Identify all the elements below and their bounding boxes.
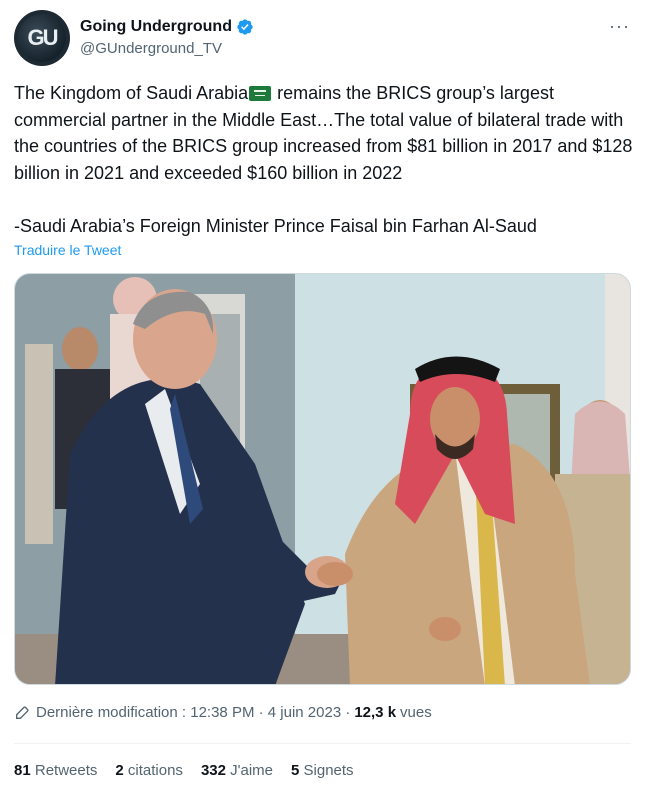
tweet-body-part1: The Kingdom of Saudi Arabia xyxy=(14,83,249,103)
bookmarks-stat[interactable]: 5 Signets xyxy=(291,762,354,779)
views-count: 12,3 k xyxy=(354,704,397,721)
divider xyxy=(14,743,631,744)
views-label: vues xyxy=(400,704,432,721)
translate-link[interactable]: Traduire le Tweet xyxy=(14,242,121,258)
display-name[interactable]: Going Underground xyxy=(80,18,232,36)
avatar[interactable]: GU xyxy=(14,10,70,66)
avatar-logo: GU xyxy=(14,10,70,66)
tweet-text: The Kingdom of Saudi Arabia remains the … xyxy=(14,80,634,240)
tweet-body: The Kingdom of Saudi Arabia remains the … xyxy=(14,80,634,186)
quotes-label: citations xyxy=(123,762,183,779)
tweet-header: GU Going Underground @GUnderground_TV ··… xyxy=(14,10,634,70)
retweets-count: 81 xyxy=(14,762,31,779)
more-options-icon[interactable]: ··· xyxy=(609,16,630,37)
verified-badge-icon xyxy=(237,19,253,35)
quotes-count: 2 xyxy=(115,762,124,779)
likes-count: 332 xyxy=(200,762,226,779)
handle[interactable]: @GUnderground_TV xyxy=(80,40,222,57)
quotes-stat[interactable]: 2 citations xyxy=(115,762,183,779)
name-row: Going Underground xyxy=(80,18,254,36)
pencil-icon xyxy=(16,705,29,719)
tweet-meta: Dernière modification : 12:38 PM · 4 jui… xyxy=(14,704,432,721)
engagement-stats: 81 Retweets 2 citations 332 J'aime 5 Sig… xyxy=(14,762,354,779)
tweet-photo[interactable] xyxy=(14,273,631,685)
avatar-letters: GU xyxy=(27,25,59,50)
retweets-label: Retweets xyxy=(30,762,98,779)
edited-timestamp[interactable]: Dernière modification : 12:38 PM · 4 jui… xyxy=(36,704,350,721)
tweet-signature: -Saudi Arabia’s Foreign Minister Prince … xyxy=(14,216,537,236)
likes-label: J'aime xyxy=(225,762,274,779)
photo-illustration xyxy=(15,274,630,684)
likes-stat[interactable]: 332 J'aime xyxy=(201,762,273,779)
saudi-flag-icon xyxy=(249,86,272,101)
retweets-stat[interactable]: 81 Retweets xyxy=(14,762,97,779)
bookmarks-label: Signets xyxy=(299,762,354,779)
